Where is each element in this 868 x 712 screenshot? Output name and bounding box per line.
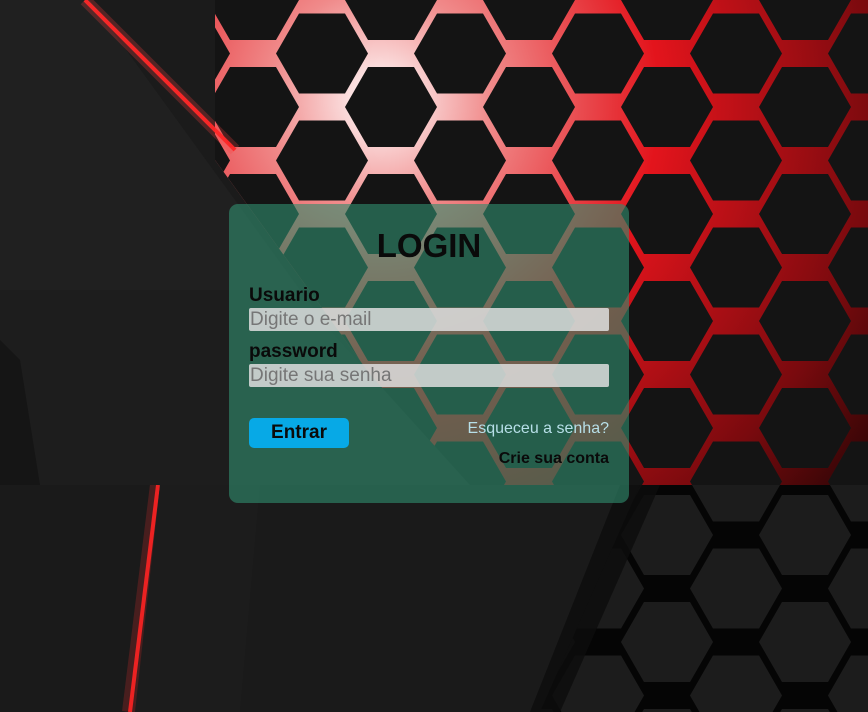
login-card: LOGIN Usuario password Entrar Esqueceu a… — [229, 204, 629, 503]
username-input[interactable] — [249, 308, 609, 331]
create-account-link[interactable]: Crie sua conta — [499, 449, 609, 469]
login-title: LOGIN — [376, 227, 482, 264]
username-label: Usuario — [249, 285, 320, 306]
forgot-password-link[interactable]: Esqueceu a senha? — [468, 419, 609, 439]
password-label: password — [249, 341, 338, 362]
login-button[interactable]: Entrar — [249, 418, 349, 448]
login-page: LOGIN Usuario password Entrar Esqueceu a… — [0, 0, 868, 712]
password-input[interactable] — [249, 364, 609, 387]
